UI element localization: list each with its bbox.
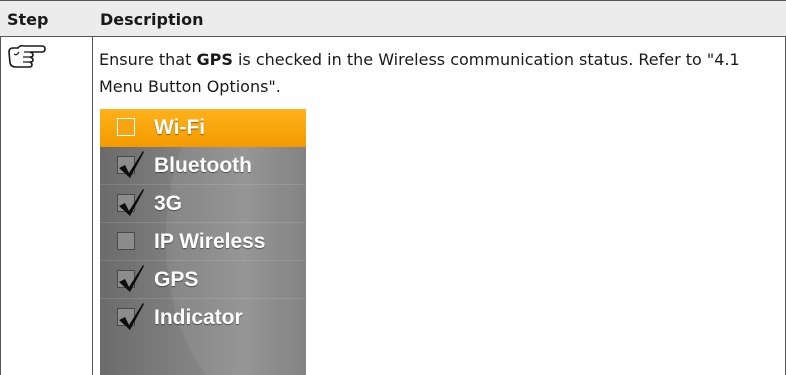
menu-item-indicator[interactable]: Indicator (100, 299, 306, 337)
table-column-divider (92, 0, 93, 375)
menu-item-label: 3G (154, 192, 183, 215)
menu-item-label: Bluetooth (154, 154, 252, 177)
menu-item-ip-wireless[interactable]: IP Wireless (100, 223, 306, 261)
checkmark-icon (119, 303, 144, 330)
table-header-row: Step Description (0, 0, 786, 37)
wireless-status-menu: Wi-Fi Bluetooth 3G IP Wireless GPS Indic… (100, 109, 306, 375)
header-description: Description (100, 10, 204, 29)
wifi-checkbox[interactable] (117, 118, 135, 136)
gps-emphasis: GPS (196, 50, 233, 69)
menu-item-label: IP Wireless (154, 230, 266, 253)
header-step: Step (7, 10, 49, 29)
checkmark-icon (119, 189, 144, 216)
step-description: Ensure that GPS is checked in the Wirele… (99, 50, 740, 96)
menu-item-label: GPS (154, 268, 199, 291)
menu-item-gps[interactable]: GPS (100, 261, 306, 299)
table-border-left (0, 0, 1, 375)
menu-item-wifi[interactable]: Wi-Fi (100, 109, 306, 147)
menu-item-bluetooth[interactable]: Bluetooth (100, 147, 306, 185)
pointing-hand-icon (8, 44, 46, 68)
checkmark-icon (119, 151, 144, 178)
ip-wireless-checkbox[interactable] (117, 232, 135, 250)
menu-item-label: Indicator (154, 306, 243, 329)
menu-item-3g[interactable]: 3G (100, 185, 306, 223)
menu-item-label: Wi-Fi (154, 116, 206, 139)
checkmark-icon (119, 265, 144, 292)
step-description-table: Step Description Ensure that GPS is chec… (0, 0, 786, 375)
